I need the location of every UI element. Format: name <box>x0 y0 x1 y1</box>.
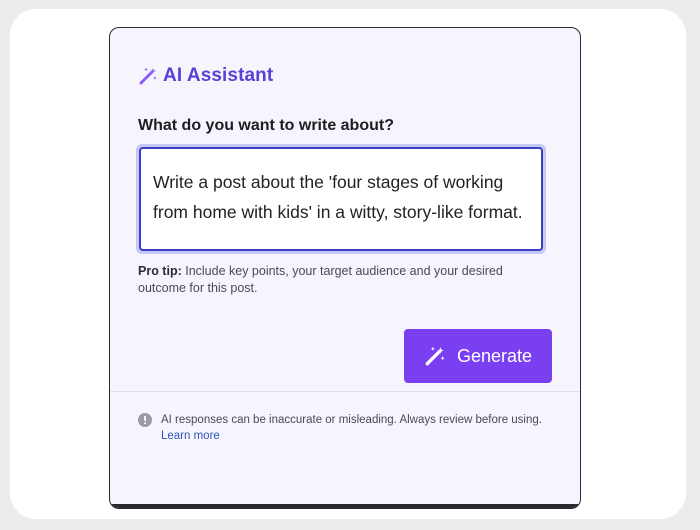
disclaimer-text: AI responses can be inaccurate or mislea… <box>161 414 542 426</box>
warning-icon <box>138 413 152 427</box>
disclaimer-text-wrap: AI responses can be inaccurate or mislea… <box>161 412 558 444</box>
prompt-textarea-focus-ring: Write a post about the 'four stages of w… <box>136 144 546 254</box>
disclaimer: AI responses can be inaccurate or mislea… <box>138 412 558 444</box>
magic-wand-icon <box>424 345 446 367</box>
panel-title: AI Assistant <box>163 65 274 86</box>
panel-bottom-bar <box>110 504 580 508</box>
magic-wand-icon <box>138 66 158 86</box>
pro-tip-label: Pro tip: <box>138 264 182 278</box>
pro-tip: Pro tip: Include key points, your target… <box>138 263 538 297</box>
prompt-question-label: What do you want to write about? <box>138 117 394 134</box>
panel-header: AI Assistant <box>138 65 273 87</box>
divider <box>110 391 580 392</box>
pro-tip-text: Include key points, your target audience… <box>138 264 503 295</box>
generate-button-label: Generate <box>456 345 533 366</box>
generate-button[interactable]: Generate <box>404 329 552 383</box>
learn-more-link[interactable]: Learn more <box>161 430 220 442</box>
ai-assistant-panel: AI Assistant What do you want to write a… <box>109 27 581 509</box>
prompt-textarea[interactable]: Write a post about the 'four stages of w… <box>139 147 543 251</box>
